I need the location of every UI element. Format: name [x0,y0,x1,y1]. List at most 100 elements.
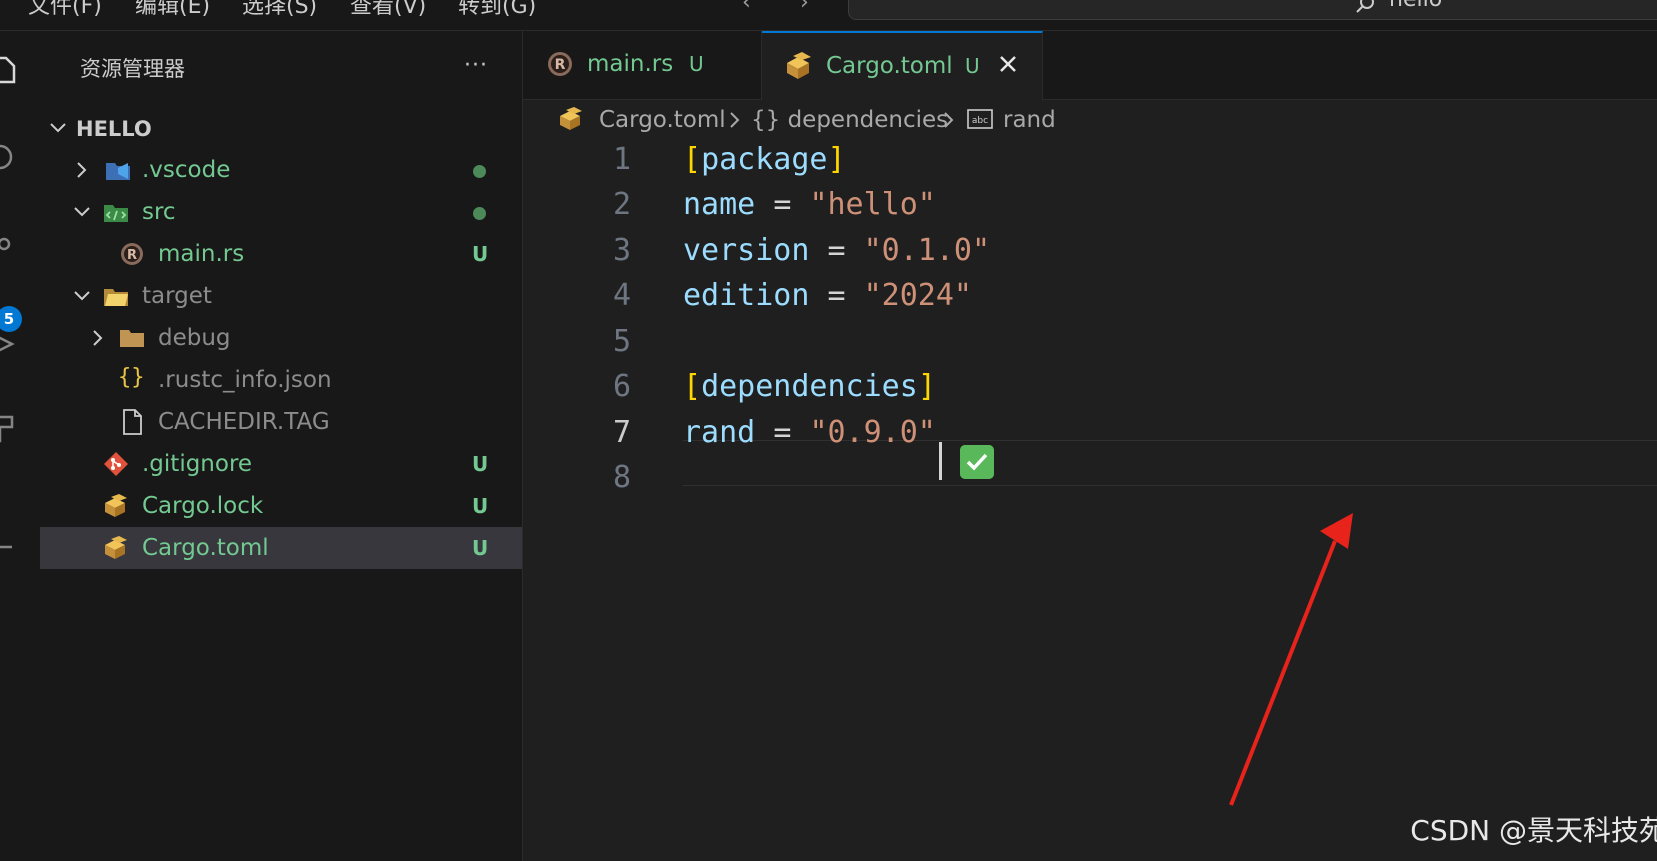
tree-root-label: HELLO [76,117,152,141]
equals-sign: = [827,278,846,313]
test-icon[interactable] [0,519,18,549]
menu-go[interactable]: 转到(G) [458,0,536,20]
menu-file[interactable]: 文件(F) [28,0,102,20]
bracket: [ [683,369,702,404]
breadcrumb-file[interactable]: Cargo.toml [599,107,726,133]
code-line-4[interactable]: edition = "2024" [683,278,972,313]
tab-status: U [965,54,980,78]
folder-icon [120,330,144,347]
tree-item-main-rs[interactable]: R main.rs U [40,233,522,275]
run-debug-icon[interactable] [0,329,18,359]
editor-area: R main.rs U Cargo.toml U Cargo.toml {} d… [523,31,1657,861]
target-folder-icon [104,289,128,306]
code-line-6[interactable]: [dependencies] [683,369,936,404]
source-control-icon[interactable] [0,236,18,266]
menu-bar: 文件(F) 编辑(E) 选择(S) 查看(V) 转到(G) ‹ › hello [0,0,1657,31]
toml-key: edition [683,278,810,313]
check-icon[interactable] [960,445,994,479]
tree-item-rustc-info-json[interactable]: {} .rustc_info.json [40,359,522,401]
tab-label: main.rs [587,51,674,77]
src-folder-icon [104,205,128,222]
tree-item-label: debug [158,325,231,351]
breadcrumb: Cargo.toml {} dependencies abc rand [523,99,1657,139]
cargo-icon [105,536,127,559]
tree-item-src[interactable]: src [40,191,522,233]
line-number: 6 [612,369,631,404]
equals-sign: = [773,187,792,222]
rust-file-icon: R [121,243,143,265]
command-center-search[interactable]: hello [848,0,1657,20]
tree-item-gitignore[interactable]: .gitignore U [40,443,522,485]
untracked-status: U [472,242,489,266]
tab-cargo-toml[interactable]: Cargo.toml U [762,31,1043,101]
tab-bar: R main.rs U Cargo.toml U [523,31,1657,101]
line-number: 3 [612,233,631,268]
cargo-icon [787,52,811,79]
explorer-icon[interactable] [0,55,18,85]
tab-label: Cargo.toml [826,53,953,79]
modified-dot [473,207,486,220]
tree-item-label: .vscode [142,157,231,183]
search-icon [1356,0,1374,13]
menu-selection[interactable]: 选择(S) [242,0,317,20]
tree-item-label: CACHEDIR.TAG [158,409,330,435]
table-header: dependencies [701,369,918,404]
vscode-folder-icon [106,163,130,180]
code-line-1[interactable]: [package] [683,142,846,177]
tree-item-vscode[interactable]: .vscode [40,149,522,191]
toml-key: name [683,187,756,222]
line-number: 1 [612,142,631,177]
untracked-status: U [472,452,489,476]
untracked-status: U [472,536,489,560]
breadcrumb-section[interactable]: {} dependencies [751,107,948,133]
chevron-right-icon [730,112,740,128]
forward-arrow-icon[interactable]: › [800,0,809,15]
back-arrow-icon[interactable]: ‹ [742,0,751,15]
toml-string-value: "2024" [863,278,972,313]
line-number: 2 [612,187,631,222]
bracket: ] [827,142,846,177]
extensions-icon[interactable] [0,413,18,443]
chevron-right-icon [77,162,87,178]
line-number: 4 [612,278,631,313]
tree-item-cargo-toml[interactable]: Cargo.toml U [40,527,522,569]
json-icon: {} [118,365,145,390]
watermark: CSDN @景天科技苑 [1410,814,1657,847]
equals-sign: = [827,233,846,268]
equals-sign: = [773,415,792,450]
line-number: 8 [612,460,631,495]
cargo-icon [105,494,127,517]
code-line-2[interactable]: name = "hello" [683,187,936,222]
svg-text:abc: abc [972,116,988,126]
explorer-sidebar: 资源管理器 ··· HELLO .vscode src R main.rs U … [40,31,523,861]
search-icon[interactable] [0,143,18,173]
cargo-icon [560,107,582,130]
code-line-3[interactable]: version = "0.1.0" [683,233,990,268]
close-icon[interactable] [995,51,1021,77]
bracket: [ [683,142,702,177]
bracket: ] [917,369,936,404]
svg-text:R: R [555,57,566,73]
tree-item-label: Cargo.lock [142,493,264,519]
tab-main-rs[interactable]: R main.rs U [523,31,762,99]
line-number-current: 7 [612,415,631,450]
tree-item-debug[interactable]: debug [40,317,522,359]
code-line-7[interactable]: rand = "0.9.0" [683,415,936,450]
table-header: package [701,142,828,177]
toml-key: rand [683,415,756,450]
tree-item-cargo-lock[interactable]: Cargo.lock U [40,485,522,527]
menu-edit[interactable]: 编辑(E) [135,0,210,20]
breadcrumb-item[interactable]: rand [1003,107,1056,133]
toml-string-value: "0.1.0" [863,233,991,268]
tree-item-target[interactable]: target [40,275,522,317]
menu-view[interactable]: 查看(V) [350,0,426,20]
tree-item-cachedir-tag[interactable]: CACHEDIR.TAG [40,401,522,443]
chevron-down-icon [50,123,66,133]
tree-root-hello[interactable]: HELLO [40,107,522,149]
chevron-down-icon [74,207,90,217]
sidebar-title: 资源管理器 [80,57,185,81]
annotation-arrow-icon [1229,513,1353,806]
toml-string-value: "0.9.0" [809,415,936,450]
more-actions-icon[interactable]: ··· [464,53,488,78]
svg-text:R: R [127,248,137,263]
